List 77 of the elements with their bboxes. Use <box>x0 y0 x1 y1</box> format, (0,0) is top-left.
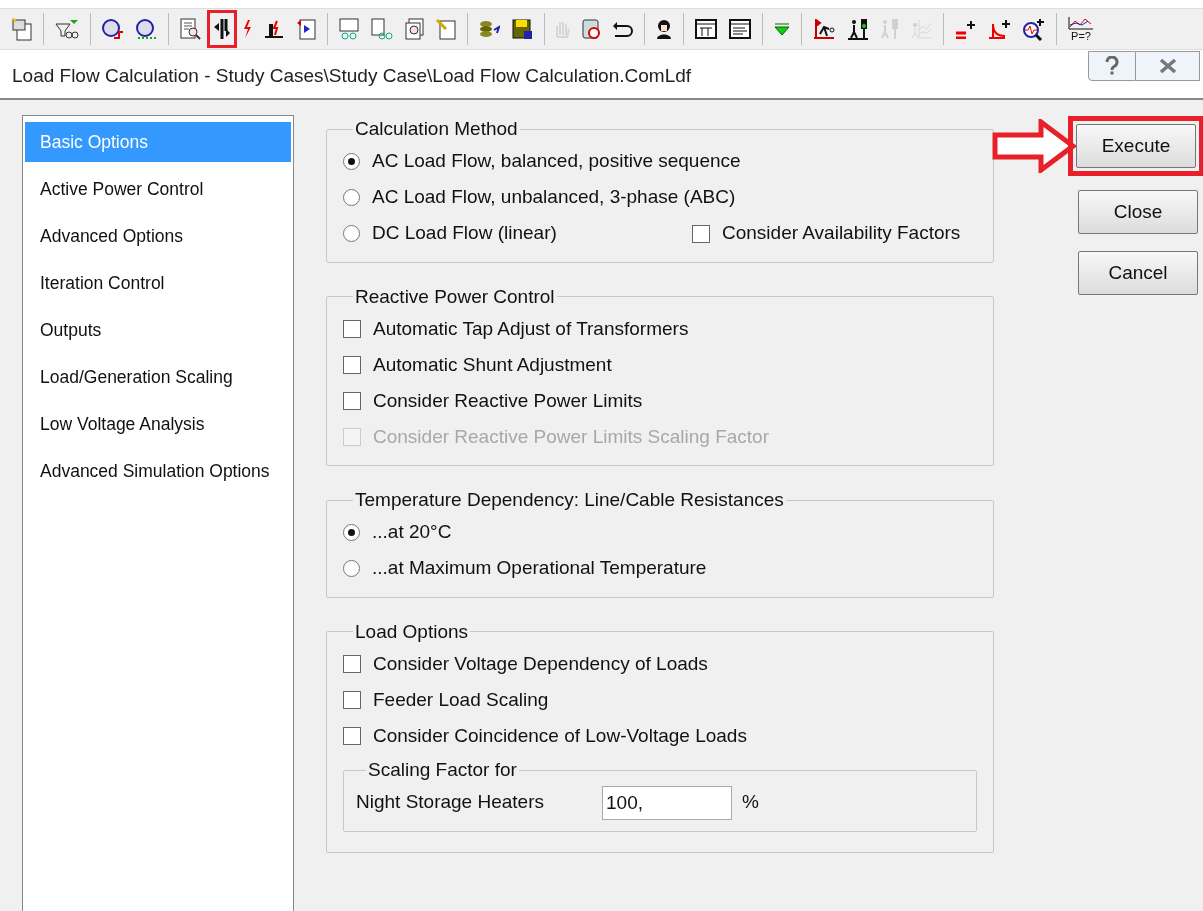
sidebar-item[interactable]: Load/Generation Scaling <box>25 357 291 397</box>
option-label: Consider Voltage Dependency of Loads <box>373 651 708 676</box>
option-label: Consider Availability Factors <box>722 221 961 246</box>
sidebar-item[interactable]: Active Power Control <box>25 169 291 209</box>
group-title: Calculation Method <box>354 117 519 141</box>
walker-chart-icon <box>911 19 932 39</box>
document-glasses-icon <box>371 18 393 40</box>
chart-icon <box>1068 16 1094 30</box>
dialog-button[interactable]: Execute <box>1076 124 1196 168</box>
arrows-icon <box>213 18 231 40</box>
runner-icon <box>813 19 835 39</box>
option-label: Automatic Shunt Adjustment <box>373 352 612 377</box>
sidebar-item[interactable]: Advanced Options <box>25 216 291 256</box>
dialog-button[interactable]: Cancel <box>1078 251 1198 295</box>
checkbox[interactable] <box>343 356 361 374</box>
unit-label: % <box>742 790 759 815</box>
window-title: Load Flow Calculation - Study Cases\Study Case\Load Flow Calculation.ComLdf <box>12 64 692 88</box>
sidebar-item[interactable]: Outputs <box>25 310 291 350</box>
sidebar-item[interactable]: Iteration Control <box>25 263 291 303</box>
document-pencil-icon <box>436 18 456 40</box>
option-label: Consider Coincidence of Low-Voltage Loads <box>373 723 747 748</box>
option-label: ...at Maximum Operational Temperature <box>372 556 707 581</box>
checkbox[interactable] <box>343 392 361 410</box>
magnifier-plus-icon <box>1023 17 1045 41</box>
dropdown-icon <box>774 22 790 36</box>
option-label: Consider Reactive Power Limits <box>373 388 643 413</box>
walker-signal-icon <box>847 18 869 40</box>
group-title: Reactive Power Control <box>354 284 556 309</box>
equals-plus-icon <box>955 19 976 39</box>
option-label: Feeder Load Scaling <box>373 687 549 712</box>
close-button[interactable] <box>1136 51 1200 81</box>
input-field[interactable]: 100, <box>602 785 732 820</box>
close-icon <box>1157 58 1178 74</box>
radio-button[interactable] <box>343 153 360 170</box>
help-icon <box>1105 56 1119 76</box>
checkbox[interactable] <box>692 224 710 243</box>
device-icon <box>582 19 600 39</box>
option-label: AC Load Flow, balanced, positive sequence <box>372 149 741 174</box>
checkbox[interactable] <box>343 691 361 709</box>
radio-button[interactable] <box>343 524 360 541</box>
group-title: Temperature Dependency: Line/Cable Resistances <box>354 488 785 512</box>
save-icon <box>512 18 533 40</box>
undo-icon <box>612 21 633 37</box>
option-label: AC Load Flow, unbalanced, 3-phase (ABC) <box>372 185 736 210</box>
document-search-icon <box>405 18 424 40</box>
table-icon <box>695 19 717 39</box>
report-icon <box>296 18 316 40</box>
option-label: ...at 20°C <box>372 520 452 545</box>
radio-button[interactable] <box>343 560 360 577</box>
sidebar-item[interactable]: Low Voltage Analysis <box>25 404 291 444</box>
help-button[interactable] <box>1088 51 1136 81</box>
toolbar-button[interactable] <box>207 10 237 48</box>
curve-plus-icon <box>988 19 1011 39</box>
filter-glasses-icon <box>55 19 79 39</box>
toolbar-button[interactable]: P=? <box>1062 10 1100 48</box>
option-label: Automatic Tap Adjust of Transformers <box>373 316 689 341</box>
option-label: Consider Reactive Power Limits Scaling Factor <box>373 424 769 449</box>
window-icon <box>729 19 751 39</box>
document-search-icon <box>180 18 201 40</box>
walker-signal-icon <box>881 18 899 40</box>
option-label: DC Load Flow (linear) <box>372 221 557 246</box>
field-label: Night Storage Heaters <box>356 790 545 815</box>
group-title: Scaling Factor for <box>367 758 518 782</box>
window-stack-icon <box>12 17 32 41</box>
checkbox[interactable] <box>343 655 361 673</box>
group-title: Load Options <box>354 619 470 644</box>
checkbox[interactable] <box>343 320 361 338</box>
radio-button[interactable] <box>343 225 360 242</box>
stack-arrow-icon <box>479 20 500 38</box>
radio-button[interactable] <box>343 189 360 206</box>
dialog-button[interactable]: Close <box>1078 190 1198 234</box>
fault-icon <box>264 20 284 38</box>
checkbox[interactable] <box>343 727 361 745</box>
sidebar-item[interactable]: Advanced Simulation Options <box>25 451 291 491</box>
hand-icon <box>556 20 570 38</box>
person-icon <box>656 18 672 40</box>
lightning-icon <box>243 19 252 39</box>
